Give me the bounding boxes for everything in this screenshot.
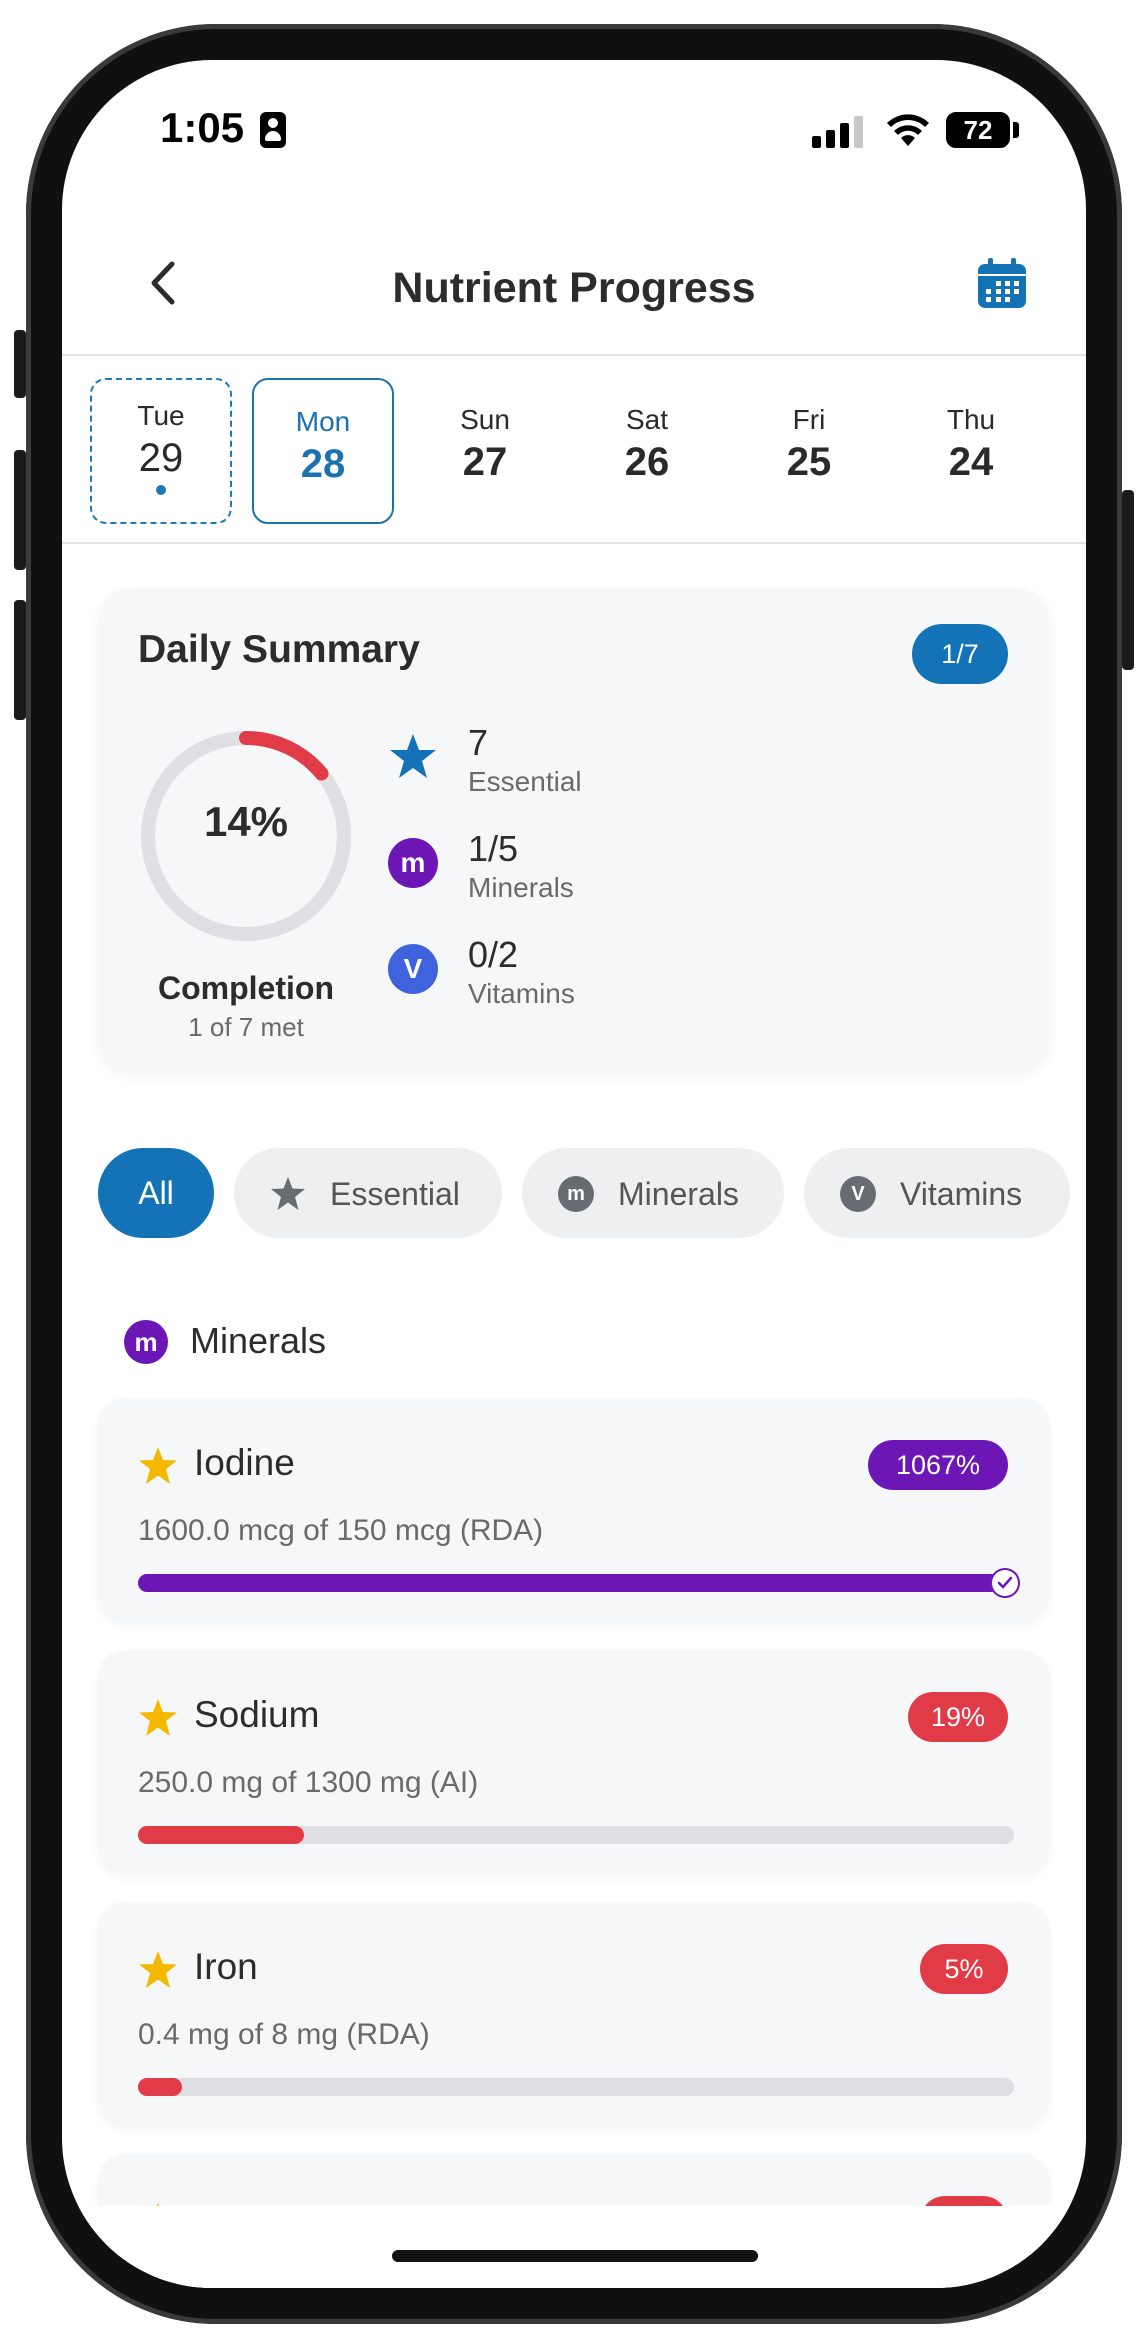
day-name: Thu	[946, 404, 996, 435]
calendar-icon[interactable]	[976, 258, 1028, 310]
percent-badge: 19%	[908, 1692, 1008, 1742]
app-header: Nutrient Progress	[62, 230, 1086, 340]
nutrient-card-iron[interactable]: Iron 5% 0.4 mg of 8 mg (RDA)	[98, 1902, 1050, 2128]
chip-label: Essential	[330, 1176, 460, 1212]
summary-title: Daily Summary	[138, 628, 420, 671]
stat-label: Vitamins	[468, 978, 575, 1009]
page-title: Nutrient Progress	[392, 264, 756, 312]
volume-up-button	[14, 450, 26, 570]
day-name: Sat	[625, 404, 669, 435]
wifi-icon	[887, 114, 929, 146]
screen: 1:05 72 Nutrient Progress Tue 29 Mon 28 …	[62, 60, 1086, 2288]
today-dot	[156, 485, 166, 495]
bottom-safe-area	[62, 2206, 1086, 2288]
day-sat-26[interactable]: Sat 26	[576, 378, 718, 524]
day-number: 27	[462, 440, 508, 484]
battery-icon: 72	[946, 112, 1010, 148]
progress-track	[138, 1826, 1014, 1844]
day-number: 25	[786, 440, 832, 484]
chip-label: Vitamins	[900, 1176, 1023, 1212]
day-name: Fri	[792, 404, 826, 435]
mute-switch	[14, 330, 26, 398]
daily-summary-card: Daily Summary 1/7 14% Completion 1 of 7 …	[98, 588, 1050, 1072]
nutrient-card-sodium[interactable]: Sodium 19% 250.0 mg of 1300 mg (AI)	[98, 1650, 1050, 1876]
stat-vitamins: V 0/2 Vitamins	[388, 934, 788, 1024]
percent-badge: 5%	[920, 1944, 1008, 1994]
nutrient-name: Iron	[194, 1946, 258, 1987]
summary-count-badge: 1/7	[912, 624, 1008, 684]
progress-fill	[138, 1574, 1014, 1592]
stat-value: 7	[468, 722, 489, 763]
stat-label: Essential	[468, 766, 582, 797]
essential-star-icon	[139, 1951, 177, 1988]
chip-label: Minerals	[618, 1176, 739, 1212]
status-time: 1:05	[160, 104, 245, 151]
home-indicator[interactable]	[392, 2250, 758, 2262]
nutrient-name: Iodine	[194, 1442, 295, 1483]
day-name: Tue	[137, 400, 185, 431]
filter-chip-all[interactable]: All	[98, 1148, 214, 1238]
day-sun-27[interactable]: Sun 27	[414, 378, 556, 524]
filter-chip-minerals[interactable]: m Minerals	[522, 1148, 784, 1238]
essential-star-icon	[139, 1699, 177, 1736]
stat-minerals: m 1/5 Minerals	[388, 828, 788, 918]
day-tue-29[interactable]: Tue 29	[90, 378, 232, 524]
stat-value: 1/5	[468, 828, 519, 869]
day-number: 24	[948, 440, 994, 484]
day-mon-28[interactable]: Mon 28	[252, 378, 394, 524]
progress-fill	[138, 1826, 305, 1844]
essential-star-icon	[390, 734, 436, 778]
nutrient-detail: 250.0 mg of 1300 mg (AI)	[138, 1766, 479, 1799]
nutrient-card-iodine[interactable]: Iodine 1067% 1600.0 mcg of 150 mcg (RDA)	[98, 1398, 1050, 1624]
stat-value: 0/2	[468, 934, 519, 975]
power-button	[1122, 490, 1134, 670]
nutrient-detail: 0.4 mg of 8 mg (RDA)	[138, 2018, 430, 2051]
stat-label: Minerals	[468, 872, 574, 903]
minerals-section-icon: m	[124, 1320, 168, 1364]
filter-chip-vitamins[interactable]: V Vitamins	[804, 1148, 1070, 1238]
nutrient-name: Sodium	[194, 1694, 320, 1735]
minerals-icon: m	[558, 1176, 594, 1212]
header-divider	[62, 354, 1086, 356]
star-icon	[271, 1177, 305, 1210]
day-number: 29	[138, 436, 184, 480]
nutrient-detail: 1600.0 mcg of 150 mcg (RDA)	[138, 1514, 544, 1547]
day-strip-divider	[62, 542, 1086, 544]
vitamins-icon: V	[388, 944, 438, 994]
essential-star-icon	[139, 1447, 177, 1484]
section-title: Minerals	[190, 1320, 327, 1361]
day-number: 26	[624, 440, 670, 484]
day-thu-24[interactable]: Thu 24	[900, 378, 1042, 524]
day-name: Mon	[295, 406, 351, 437]
focus-person-icon	[260, 112, 286, 148]
vitamins-icon: V	[840, 1176, 876, 1212]
battery-level: 72	[963, 115, 993, 145]
progress-track	[138, 1568, 1020, 1598]
progress-track	[138, 2078, 1014, 2096]
stat-essential: 7 Essential	[388, 722, 788, 812]
completion-subtext: 1 of 7 met	[188, 1012, 304, 1042]
cellular-signal-icon	[812, 116, 868, 148]
completion-percent: 14%	[203, 798, 289, 845]
check-icon	[990, 1568, 1020, 1598]
filter-chip-essential[interactable]: Essential	[234, 1148, 502, 1238]
percent-badge: 1067%	[868, 1440, 1008, 1490]
day-number: 28	[300, 442, 346, 486]
minerals-icon: m	[388, 838, 438, 888]
volume-down-button	[14, 600, 26, 720]
progress-fill	[138, 2078, 182, 2096]
battery-tip	[1013, 122, 1019, 138]
day-name: Sun	[460, 404, 510, 435]
completion-label: Completion	[158, 970, 334, 1006]
day-fri-25[interactable]: Fri 25	[738, 378, 880, 524]
